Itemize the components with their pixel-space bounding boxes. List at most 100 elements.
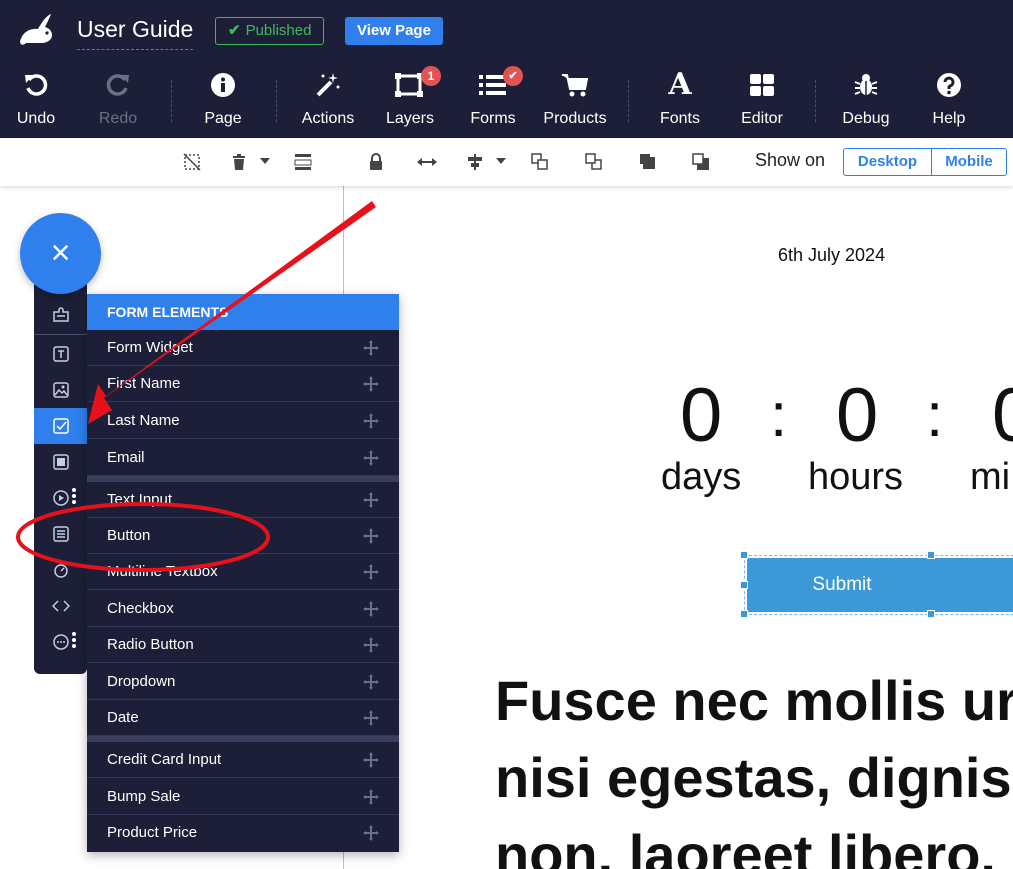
drag-handle-icon[interactable] <box>363 752 379 768</box>
drag-handle-icon[interactable] <box>363 601 379 617</box>
deselect-icon[interactable] <box>180 150 204 174</box>
drag-handle-icon[interactable] <box>363 710 379 726</box>
form-element-item[interactable]: Email <box>87 440 399 476</box>
timer-icon <box>53 562 68 578</box>
form-element-item[interactable]: Date <box>87 700 399 736</box>
countdown-hours-label: hours <box>808 456 904 498</box>
form-element-item[interactable]: Button <box>87 518 399 554</box>
editor-button[interactable]: Editor <box>717 68 807 128</box>
undo-button[interactable]: Undo <box>0 68 81 128</box>
align-icon[interactable] <box>463 150 487 174</box>
section-icon[interactable] <box>291 150 315 174</box>
more-circle-icon <box>52 634 69 650</box>
form-element-label: Multiline Textbox <box>107 563 218 580</box>
submit-button[interactable]: Submit <box>747 558 1013 612</box>
more-dots-icon[interactable] <box>72 632 76 650</box>
desktop-toggle[interactable]: Desktop <box>843 148 932 176</box>
resize-handle[interactable] <box>740 610 748 618</box>
resize-handle[interactable] <box>927 551 935 559</box>
box-icon <box>52 454 69 470</box>
countdown-days-label: days <box>661 456 742 498</box>
fonts-button[interactable]: A Fonts <box>635 68 725 128</box>
drag-handle-icon[interactable] <box>363 825 379 841</box>
trash-icon[interactable] <box>227 150 251 174</box>
rabbit-logo-icon[interactable] <box>16 12 56 48</box>
resize-handle[interactable] <box>740 551 748 559</box>
form-element-item[interactable]: Checkbox <box>87 591 399 627</box>
rail-widgets[interactable] <box>34 296 87 332</box>
drag-handle-icon[interactable] <box>363 564 379 580</box>
redo-button[interactable]: Redo <box>73 68 163 128</box>
headline-line: nisi egestas, dignis <box>495 746 1012 809</box>
bring-to-front-icon[interactable] <box>636 150 660 174</box>
headline-text[interactable]: Fusce nec mollis ur nisi egestas, dignis… <box>495 662 1013 869</box>
rail-media[interactable] <box>34 480 87 516</box>
list-icon <box>52 526 69 542</box>
bring-forward-icon[interactable] <box>528 150 552 174</box>
stretch-width-icon[interactable] <box>415 150 439 174</box>
form-element-label: Form Widget <box>107 339 193 356</box>
selected-submit-element[interactable]: Submit <box>740 551 1013 618</box>
form-element-item[interactable]: Dropdown <box>87 664 399 700</box>
element-category-rail <box>34 284 87 674</box>
form-element-item[interactable]: Last Name <box>87 403 399 439</box>
rail-code[interactable] <box>34 588 87 624</box>
debug-button[interactable]: Debug <box>821 68 911 128</box>
send-backward-icon[interactable] <box>582 150 606 174</box>
page-title[interactable]: User Guide <box>77 16 194 50</box>
form-element-item[interactable]: Product Price <box>87 815 399 851</box>
form-element-label: Credit Card Input <box>107 751 222 768</box>
more-dots-icon[interactable] <box>72 488 76 506</box>
close-panel-button[interactable]: × <box>20 213 101 294</box>
drag-handle-icon[interactable] <box>363 492 379 508</box>
drag-handle-icon[interactable] <box>363 450 379 466</box>
rail-more[interactable] <box>34 624 87 660</box>
view-page-button[interactable]: View Page <box>345 17 443 45</box>
toolbar-divider <box>628 80 629 122</box>
drag-handle-icon[interactable] <box>363 789 379 805</box>
form-element-label: Radio Button <box>107 636 194 653</box>
debug-label: Debug <box>842 110 890 127</box>
published-badge[interactable]: ✔ Published <box>215 17 325 45</box>
rail-section[interactable] <box>34 444 87 480</box>
form-element-item[interactable]: Multiline Textbox <box>87 554 399 590</box>
play-icon <box>52 490 69 506</box>
resize-handle[interactable] <box>927 610 935 618</box>
drag-handle-icon[interactable] <box>363 340 379 356</box>
align-dropdown-caret-icon[interactable] <box>496 158 506 164</box>
drag-handle-icon[interactable] <box>363 376 379 392</box>
form-element-item[interactable]: First Name <box>87 366 399 402</box>
mobile-toggle[interactable]: Mobile <box>931 148 1007 176</box>
drag-handle-icon[interactable] <box>363 413 379 429</box>
trash-dropdown-caret-icon[interactable] <box>260 158 270 164</box>
rail-timer[interactable] <box>34 552 87 588</box>
form-element-item[interactable]: Credit Card Input <box>87 742 399 778</box>
rail-forms[interactable] <box>34 408 87 444</box>
form-element-label: Checkbox <box>107 600 174 617</box>
countdown-hours-value: 0 <box>836 373 879 458</box>
lock-icon[interactable] <box>364 150 388 174</box>
actions-button[interactable]: Actions <box>283 68 373 128</box>
page-button[interactable]: Page <box>178 68 268 128</box>
resize-handle[interactable] <box>740 581 748 589</box>
forms-button[interactable]: ✔ Forms <box>448 66 538 128</box>
form-element-item[interactable]: Bump Sale <box>87 779 399 815</box>
drag-handle-icon[interactable] <box>363 637 379 653</box>
form-element-item[interactable]: Radio Button <box>87 627 399 663</box>
form-element-label: Product Price <box>107 824 198 841</box>
form-element-item[interactable]: Text Input <box>87 482 399 518</box>
countdown-separator: : <box>770 381 788 450</box>
grid-icon <box>750 74 774 96</box>
date-text[interactable]: 6th July 2024 <box>778 245 885 266</box>
products-button[interactable]: Products <box>530 68 620 128</box>
rail-image[interactable] <box>34 372 87 408</box>
drag-handle-icon[interactable] <box>363 528 379 544</box>
send-to-back-icon[interactable] <box>689 150 713 174</box>
help-button[interactable]: Help <box>904 68 994 128</box>
layers-button[interactable]: 1 Layers <box>365 66 455 128</box>
rail-list[interactable] <box>34 516 87 552</box>
rail-text[interactable] <box>34 336 87 372</box>
form-element-item[interactable]: Form Widget <box>87 330 399 366</box>
drag-handle-icon[interactable] <box>363 674 379 690</box>
bug-icon <box>854 74 878 95</box>
